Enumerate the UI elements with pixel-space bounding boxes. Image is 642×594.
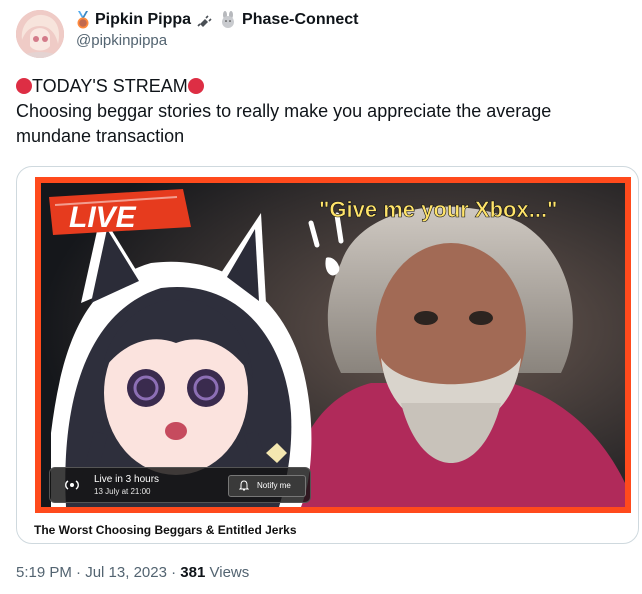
red-circle-icon bbox=[187, 78, 204, 94]
tweet-header: Pipkin Pippa Phase-Connect @pipkinpippa bbox=[76, 10, 358, 49]
tweet-body: Choosing beggar stories to really make y… bbox=[16, 101, 552, 146]
notify-button[interactable]: Notify me bbox=[228, 475, 306, 497]
live-badge: LIVE bbox=[69, 201, 137, 234]
views-count: 381 bbox=[180, 564, 206, 581]
red-circle-icon bbox=[16, 78, 32, 94]
live-status: Live in 3 hours bbox=[94, 474, 160, 485]
tweet-date[interactable]: Jul 13, 2023 bbox=[85, 564, 167, 581]
avatar[interactable] bbox=[16, 10, 64, 58]
avatar-image bbox=[16, 10, 64, 58]
plug-icon bbox=[197, 15, 212, 27]
medal-icon bbox=[77, 11, 89, 29]
display-name[interactable]: Pipkin Pippa bbox=[95, 11, 191, 29]
bell-icon bbox=[239, 480, 249, 491]
rabbit-icon bbox=[222, 11, 235, 28]
media-card[interactable]: LIVE "Give me your Xbox..." Live in 3 ho… bbox=[16, 166, 639, 544]
tweet-text: TODAY'S STREAM Choosing beggar stories t… bbox=[16, 74, 626, 149]
views-label: Views bbox=[209, 564, 250, 581]
video-thumbnail[interactable]: LIVE "Give me your Xbox..." Live in 3 ho… bbox=[35, 177, 631, 513]
tweet-time[interactable]: 5:19 PM bbox=[16, 564, 72, 581]
org-name[interactable]: Phase-Connect bbox=[242, 11, 358, 29]
headline-text: TODAY'S STREAM bbox=[32, 76, 188, 96]
notify-label: Notify me bbox=[257, 481, 291, 490]
tweet-timestamp: 5:19 PM · Jul 13, 2023 · 381 Views bbox=[16, 564, 250, 581]
video-title: The Worst Choosing Beggars & Entitled Je… bbox=[34, 523, 297, 537]
thumbnail-quote: "Give me your Xbox..." bbox=[319, 197, 558, 222]
user-handle[interactable]: @pipkinpippa bbox=[76, 32, 358, 49]
live-info-bar: Live in 3 hours 13 July at 21:00 Notify … bbox=[49, 467, 311, 503]
stream-headline: TODAY'S STREAM bbox=[16, 74, 626, 99]
live-time: 13 July at 21:00 bbox=[94, 487, 151, 496]
broadcast-icon bbox=[65, 480, 79, 490]
thumbnail-art: LIVE "Give me your Xbox..." bbox=[41, 183, 625, 507]
